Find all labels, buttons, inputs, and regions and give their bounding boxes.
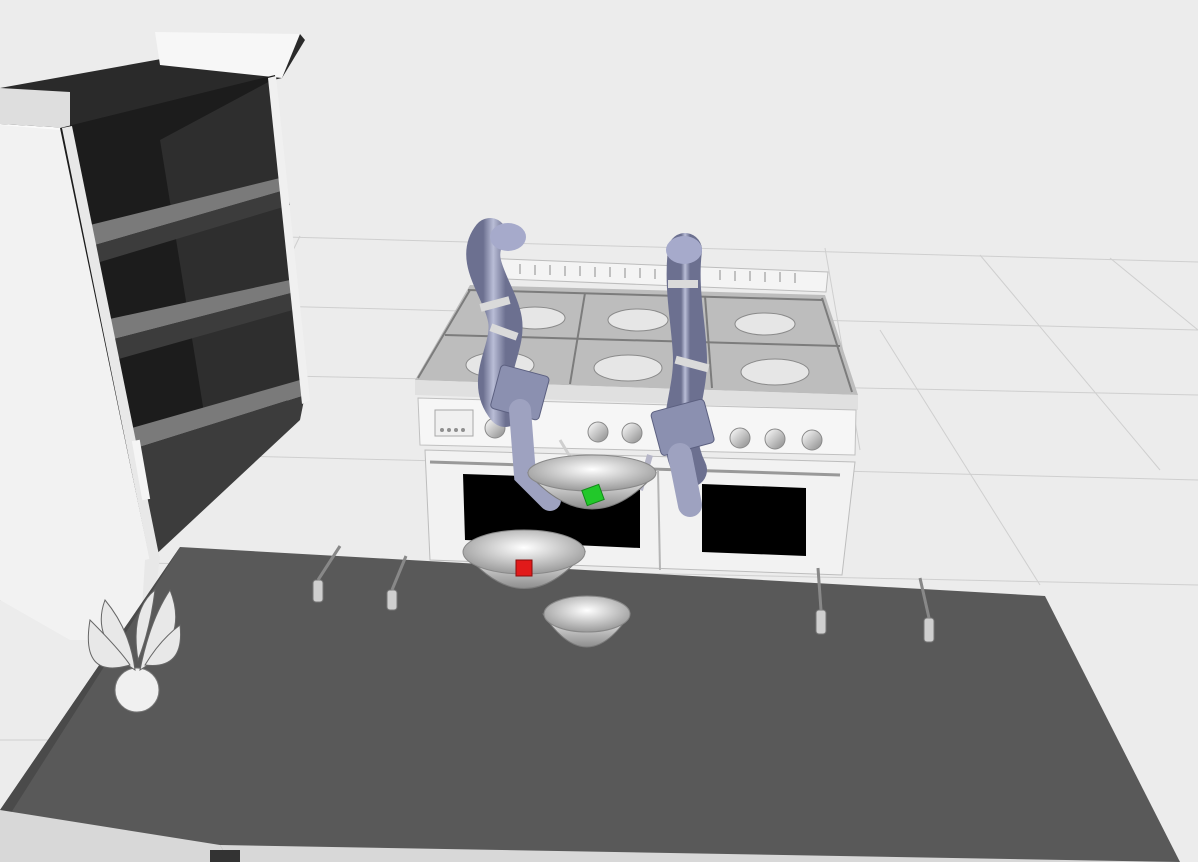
table: [0, 547, 1180, 862]
simulation-viewport[interactable]: [0, 0, 1198, 862]
scene-canvas: [0, 0, 1198, 862]
red-cube[interactable]: [515, 559, 533, 577]
